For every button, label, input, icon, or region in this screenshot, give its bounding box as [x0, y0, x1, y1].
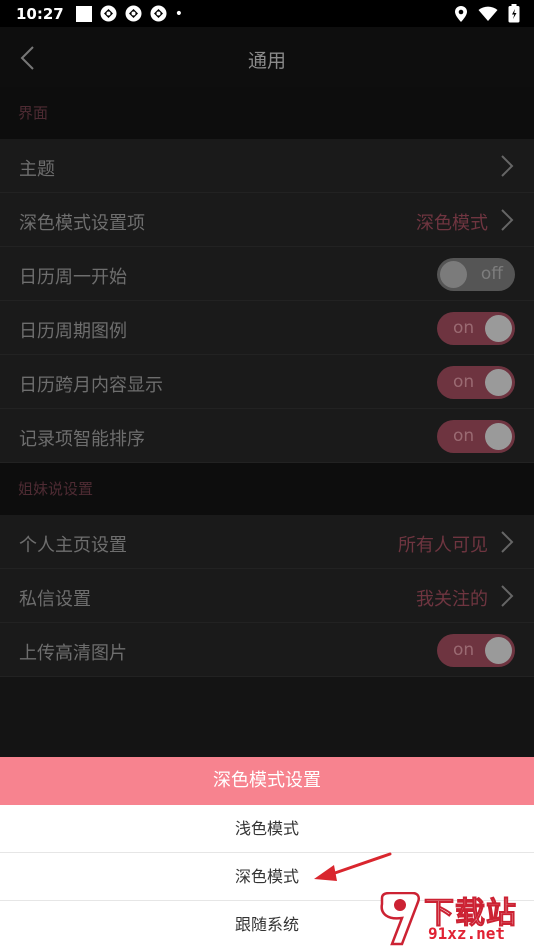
system-icons — [454, 4, 520, 23]
top-bar: 通用 — [0, 27, 534, 87]
toggle-state-text: on — [453, 318, 475, 338]
toggle-knob — [485, 637, 512, 664]
option-light-mode[interactable]: 浅色模式 — [0, 805, 534, 853]
calendar-week-toggle[interactable]: off — [437, 258, 515, 291]
annotation-arrow-icon — [314, 852, 392, 881]
status-time: 10:27 — [16, 4, 64, 23]
settings-list: 界面 主题 深色模式设置项 深色模式 日历周一开始 off 日历周期图例 on … — [0, 87, 534, 677]
setting-dark-mode-label: 深色模式设置项 — [19, 213, 145, 234]
toggle-knob — [440, 261, 467, 288]
logo-mark-icon — [380, 892, 420, 946]
chevron-right-icon — [501, 531, 514, 553]
setting-calendar-cross-label: 日历跨月内容显示 — [19, 375, 163, 396]
toggle-knob — [485, 315, 512, 342]
setting-calendar-week-label: 日历周一开始 — [19, 267, 127, 288]
toggle-knob — [485, 369, 512, 396]
calendar-cross-toggle[interactable]: on — [437, 366, 515, 399]
setting-calendar-legend-label: 日历周期图例 — [19, 321, 127, 342]
setting-smart-sort-row: 记录项智能排序 on — [0, 409, 534, 463]
section-header-ui: 界面 — [0, 87, 534, 139]
app-notification-icon — [100, 5, 117, 22]
setting-hd-upload-label: 上传高清图片 — [19, 643, 127, 664]
setting-dm-value: 我关注的 — [416, 589, 488, 610]
setting-dm-row[interactable]: 私信设置 我关注的 — [0, 569, 534, 623]
notification-square-icon — [75, 5, 92, 22]
setting-profile-value: 所有人可见 — [398, 535, 488, 556]
chevron-right-icon — [501, 155, 514, 177]
hd-upload-toggle[interactable]: on — [437, 634, 515, 667]
section-header-sisters: 姐妹说设置 — [0, 463, 534, 515]
setting-theme-label: 主题 — [19, 159, 55, 180]
app-notification-icon — [125, 5, 142, 22]
more-notifications-dot: • — [174, 5, 184, 22]
watermark-logo: 下载站 91xz.net — [378, 888, 528, 946]
notification-icons: • — [75, 5, 184, 22]
setting-smart-sort-label: 记录项智能排序 — [19, 429, 145, 450]
toggle-knob — [485, 423, 512, 450]
watermark-url: 91xz.net — [428, 924, 506, 943]
sheet-title: 深色模式设置 — [0, 757, 534, 805]
app-notification-icon — [150, 5, 167, 22]
setting-profile-label: 个人主页设置 — [19, 535, 127, 556]
toggle-state-text: on — [453, 426, 475, 446]
setting-calendar-week-row: 日历周一开始 off — [0, 247, 534, 301]
setting-calendar-legend-row: 日历周期图例 on — [0, 301, 534, 355]
setting-dark-mode-row[interactable]: 深色模式设置项 深色模式 — [0, 193, 534, 247]
setting-hd-upload-row: 上传高清图片 on — [0, 623, 534, 677]
chevron-right-icon — [501, 209, 514, 231]
setting-calendar-cross-row: 日历跨月内容显示 on — [0, 355, 534, 409]
location-icon — [455, 5, 467, 22]
page-title: 通用 — [247, 50, 286, 72]
status-bar: 10:27 • — [0, 0, 534, 27]
setting-profile-row[interactable]: 个人主页设置 所有人可见 — [0, 515, 534, 569]
setting-theme-row[interactable]: 主题 — [0, 139, 534, 193]
toggle-state-text: on — [453, 640, 475, 660]
setting-dark-mode-value: 深色模式 — [416, 213, 488, 234]
wifi-icon — [478, 6, 498, 21]
setting-dm-label: 私信设置 — [19, 589, 91, 610]
toggle-state-text: on — [453, 372, 475, 392]
toggle-state-text: off — [480, 264, 503, 284]
battery-icon — [508, 4, 520, 23]
smart-sort-toggle[interactable]: on — [437, 420, 515, 453]
calendar-legend-toggle[interactable]: on — [437, 312, 515, 345]
chevron-right-icon — [501, 585, 514, 607]
